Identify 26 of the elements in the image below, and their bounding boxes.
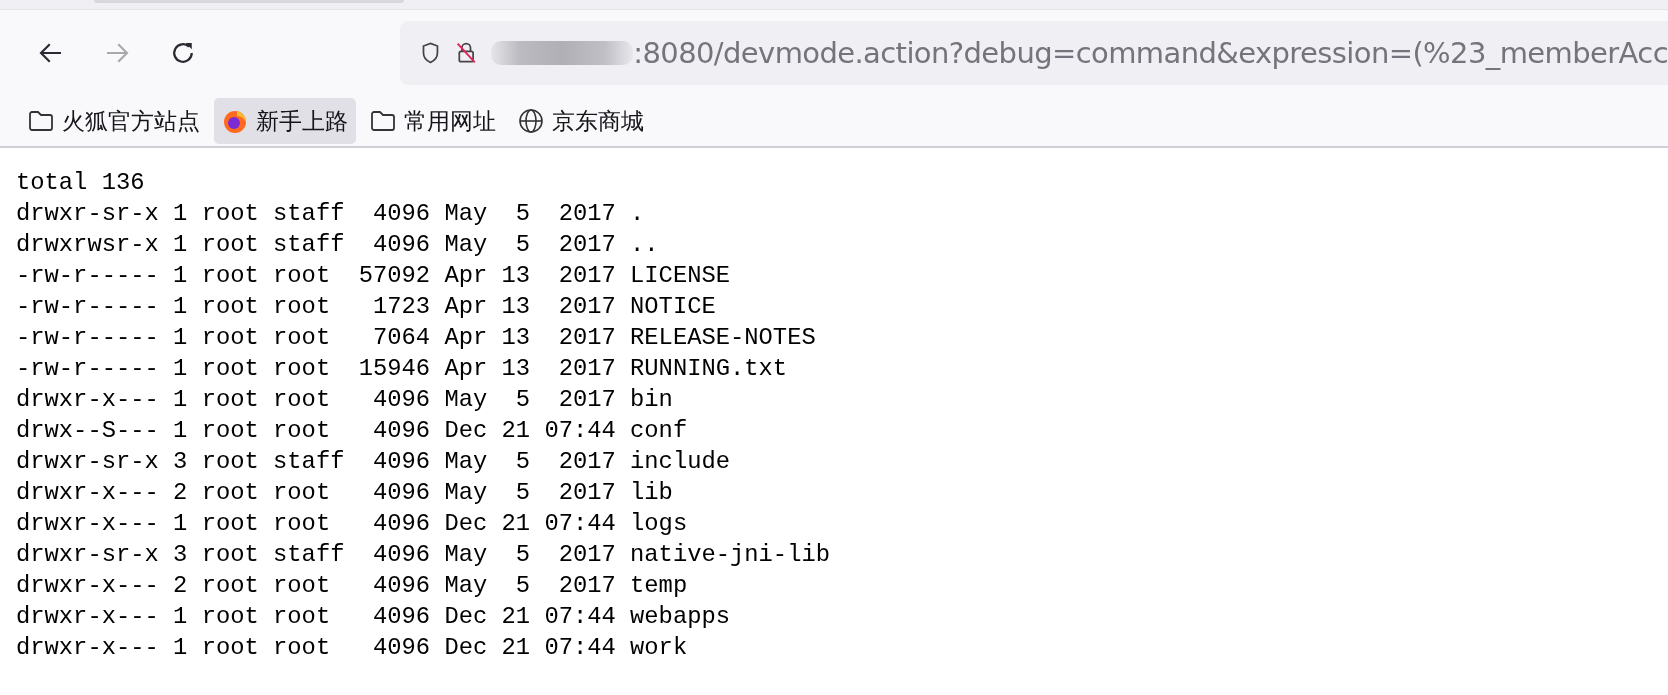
output-line: drwxr-x--- 2 root root 4096 May 5 2017 lib <box>16 478 673 508</box>
output-line: total 136 <box>16 168 145 198</box>
bookmark[interactable]: 常用网址 <box>362 98 504 144</box>
bookmark[interactable]: 新手上路 <box>214 98 356 144</box>
output-line: drwxrwsr-x 1 root staff 4096 May 5 2017 .. <box>16 230 659 260</box>
output-line: drwxr-x--- 1 root root 4096 Dec 21 07:44 logs <box>16 509 688 539</box>
firefox-icon <box>222 108 248 134</box>
output-line: drwxr-x--- 1 root root 4096 Dec 21 07:44 webapps <box>16 602 731 632</box>
output-line: -rw-r----- 1 root root 7064 Apr 13 2017 RELEASE-NOTES <box>16 323 816 353</box>
output-line: drwx--S--- 1 root root 4096 Dec 21 07:44 conf <box>16 416 688 446</box>
bookmark[interactable]: 京东商城 <box>510 98 652 144</box>
globe-icon <box>518 108 544 134</box>
output-line: drwxr-sr-x 1 root staff 4096 May 5 2017 . <box>16 199 645 229</box>
folder-icon <box>370 110 396 132</box>
output-line: drwxr-x--- 1 root root 4096 May 5 2017 bin <box>16 385 673 415</box>
url-text: :8080/devmode.action?debug=command&expression=(%23_memberAcc <box>633 36 1668 70</box>
bookmark[interactable]: 火狐官方站点 <box>20 98 208 144</box>
output-line: -rw-r----- 1 root root 1723 Apr 13 2017 NOTICE <box>16 292 716 322</box>
output-line: drwxr-x--- 1 root root 4096 Dec 21 07:44 work <box>16 633 688 663</box>
folder-icon <box>28 110 54 132</box>
output-line: drwxr-sr-x 3 root staff 4096 May 5 2017 include <box>16 447 731 477</box>
address-bar[interactable]: :8080/devmode.action?debug=command&expression=(%23_memberAcc <box>400 21 1668 85</box>
output-line: drwxr-x--- 2 root root 4096 May 5 2017 temp <box>16 571 688 601</box>
output-line: drwxr-sr-x 3 root staff 4096 May 5 2017 native-jni-lib <box>16 540 830 570</box>
output-line: -rw-r----- 1 root root 57092 Apr 13 2017 LICENSE <box>16 261 731 291</box>
output-line: -rw-r----- 1 root root 15946 Apr 13 2017 RUNNING.txt <box>16 354 788 384</box>
